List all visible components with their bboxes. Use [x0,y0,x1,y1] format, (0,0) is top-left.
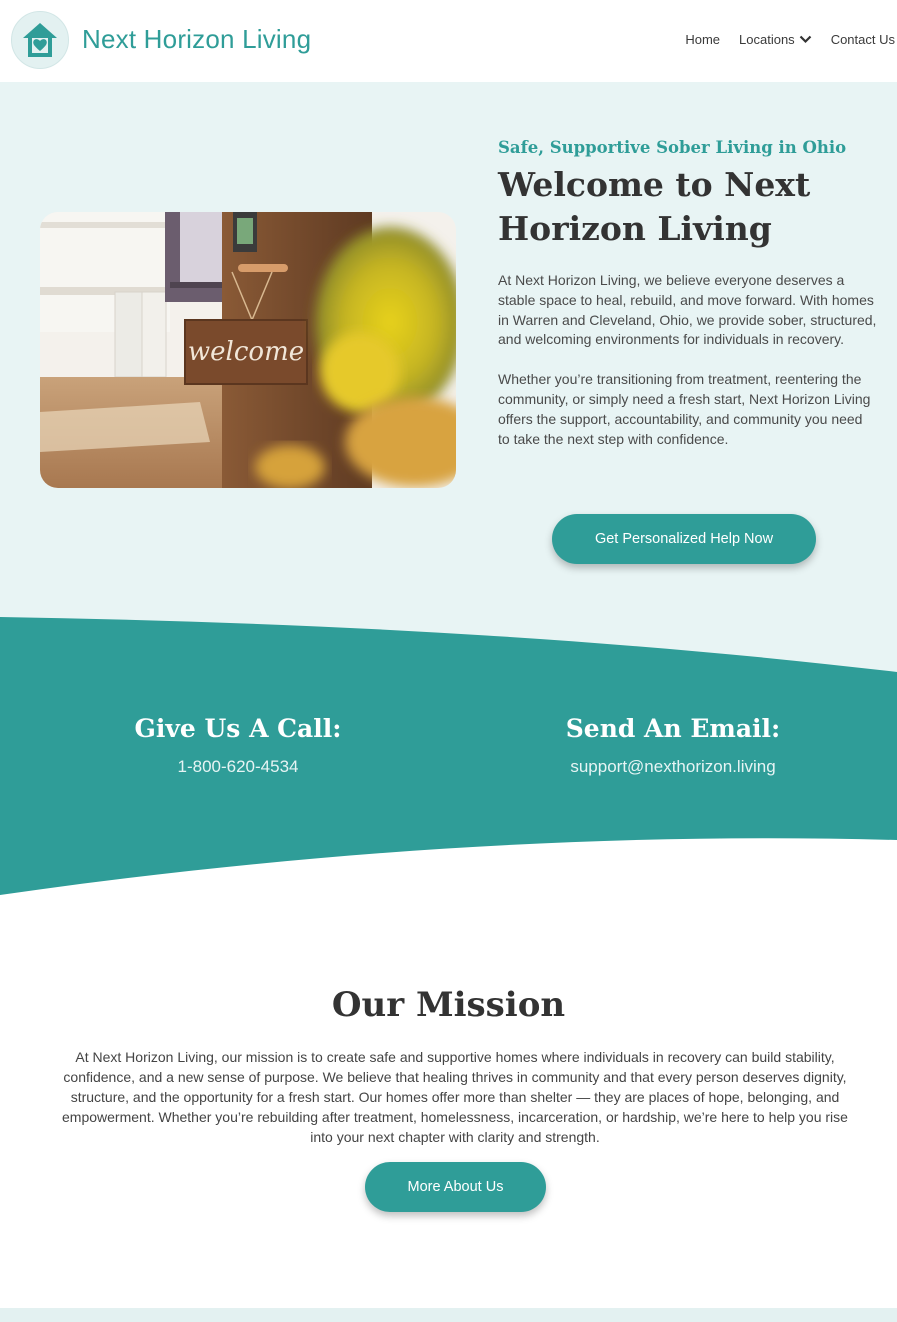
mission-body: At Next Horizon Living, our mission is t… [62,1049,848,1145]
chevron-down-icon [799,35,812,44]
nav-locations[interactable]: Locations [739,32,812,47]
mission-title: Our Mission [331,985,566,1025]
get-help-button[interactable]: Get Personalized Help Now [552,514,816,564]
more-about-us-button[interactable]: More About Us [365,1162,546,1212]
hero-title: Welcome to Next Horizon Living [498,163,878,251]
site-header: Next Horizon Living Home Locations Conta… [0,0,897,82]
nav-locations-label: Locations [739,32,795,47]
main-nav: Home Locations Contact Us [685,32,895,47]
hero-paragraph-1: At Next Horizon Living, we believe every… [498,272,877,348]
nav-home[interactable]: Home [685,32,720,47]
hero-title-line2: Horizon Living [498,209,772,248]
logo[interactable] [11,11,69,69]
email-section: Send An Email: support@nexthorizon.livin… [523,714,823,777]
footer-strip [0,1308,897,1322]
nav-contact[interactable]: Contact Us [831,32,895,47]
house-heart-icon [23,23,57,57]
sign-lettering: welcome [188,337,304,367]
hero-tagline: Safe, Supportive Sober Living in Ohio [498,138,847,157]
call-section: Give Us A Call: 1-800-620-4534 [88,714,388,777]
hero-paragraph-2: Whether you’re transitioning from treatm… [498,371,871,447]
hero-text: Safe, Supportive Sober Living in Ohio We… [498,138,878,449]
brand-name[interactable]: Next Horizon Living [82,24,311,55]
hero-title-line1: Welcome to Next [498,165,811,204]
welcome-sign-image: welcome [40,212,456,488]
phone-link[interactable]: 1-800-620-4534 [88,757,388,777]
call-heading: Give Us A Call: [134,714,342,743]
email-link[interactable]: support@nexthorizon.living [523,757,823,777]
email-heading: Send An Email: [565,714,781,743]
